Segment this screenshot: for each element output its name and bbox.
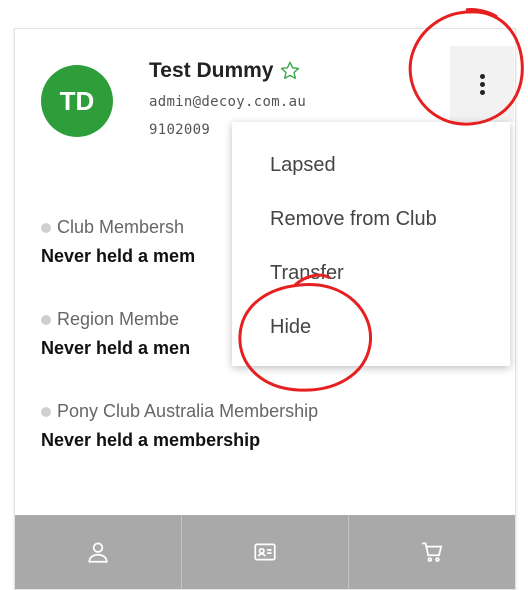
kebab-icon <box>479 73 485 95</box>
membership-status: Never held a mem <box>41 246 196 266</box>
member-email: admin@decoy.com.au <box>149 94 307 110</box>
membership-card-button[interactable] <box>182 515 349 589</box>
more-options-button[interactable] <box>450 46 514 122</box>
status-dot-icon <box>41 222 51 233</box>
membership-club: Club Membersh Never held a mem <box>41 217 195 267</box>
menu-item-remove-from-club[interactable]: Remove from Club <box>232 192 510 246</box>
membership-status: Never held a membership <box>41 430 261 450</box>
status-dot-icon <box>41 314 51 325</box>
membership-region: Region Membe Never held a men <box>41 309 190 359</box>
user-icon <box>88 542 108 563</box>
avatar-initials: TD <box>59 85 95 116</box>
status-dot-icon <box>41 406 51 417</box>
profile-button[interactable] <box>15 515 182 589</box>
menu-item-lapsed[interactable]: Lapsed <box>232 138 510 192</box>
member-name: Test Dummy <box>149 59 301 83</box>
cart-button[interactable] <box>349 515 515 589</box>
menu-item-transfer[interactable]: Transfer <box>232 246 510 300</box>
id-card-icon <box>254 543 276 561</box>
member-name-text: Test Dummy <box>149 59 274 82</box>
avatar: TD <box>41 65 113 137</box>
star-icon[interactable] <box>279 60 301 82</box>
membership-title: Club Membersh <box>57 217 185 237</box>
card-action-bar <box>15 515 515 589</box>
cart-icon <box>422 542 443 562</box>
membership-title: Region Membe <box>57 309 180 329</box>
membership-status: Never held a men <box>41 338 191 358</box>
membership-title: Pony Club Australia Membership <box>57 401 319 421</box>
options-dropdown-menu: Lapsed Remove from Club Transfer Hide <box>232 122 510 366</box>
menu-item-hide[interactable]: Hide <box>232 300 510 354</box>
member-phone: 9102009 <box>149 122 211 138</box>
membership-pca: Pony Club Australia Membership Never hel… <box>41 401 318 451</box>
